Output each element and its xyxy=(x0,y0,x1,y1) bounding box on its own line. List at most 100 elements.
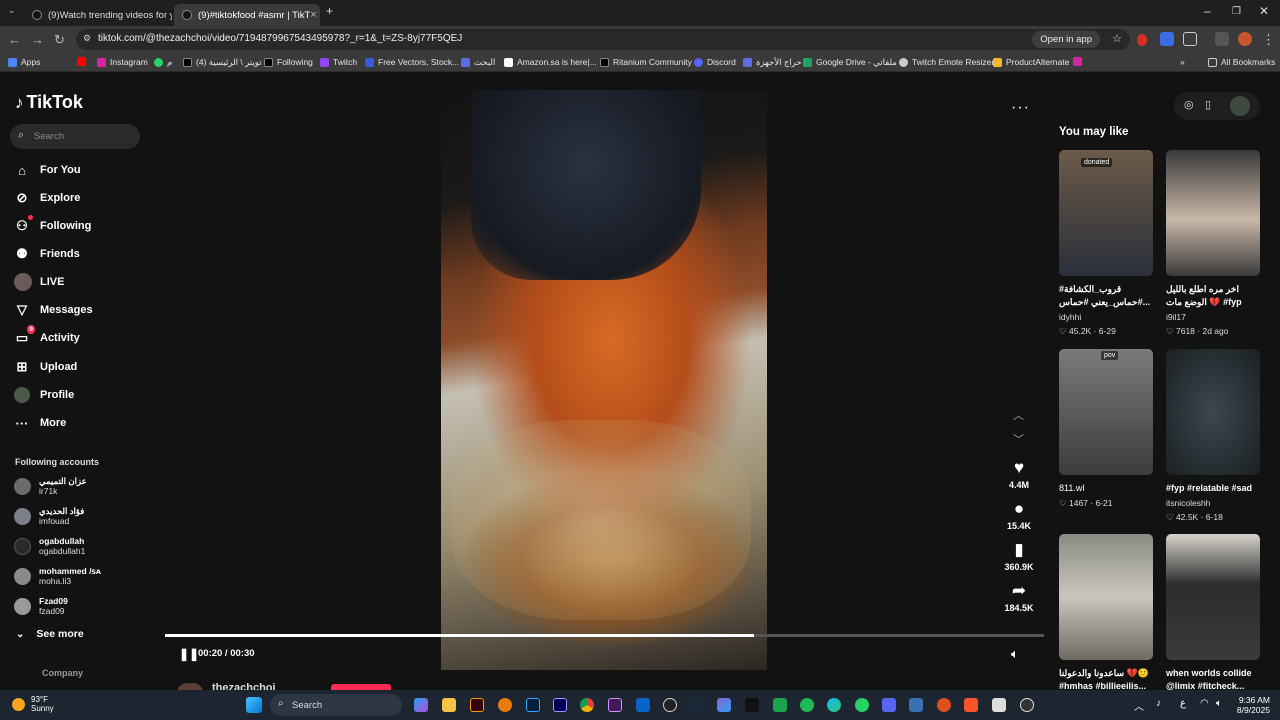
after-effects-icon[interactable] xyxy=(553,698,567,712)
maximize-icon[interactable]: ❐ xyxy=(1232,6,1241,17)
nav-profile[interactable]: Profile xyxy=(14,385,74,405)
video-thumbnail[interactable] xyxy=(1166,534,1260,660)
file-explorer-icon[interactable] xyxy=(442,698,456,712)
adobe-app-icon[interactable] xyxy=(608,698,622,712)
forward-icon[interactable]: → xyxy=(31,32,44,47)
illustrator-icon[interactable] xyxy=(470,698,484,712)
video-author[interactable]: itsnicoleshh xyxy=(1166,498,1260,508)
settings-icon[interactable] xyxy=(1020,698,1034,712)
nav-explore[interactable]: ⊘ Explore xyxy=(14,188,81,208)
video-thumbnail[interactable] xyxy=(1059,534,1153,660)
bookmark-search-ar[interactable]: البحث xyxy=(461,57,495,68)
following-account[interactable]: ogabdullah ogabdullah1 xyxy=(14,533,85,559)
media-control-icon[interactable] xyxy=(1215,32,1229,46)
browser-menu-icon[interactable]: ⋮ xyxy=(1262,32,1275,48)
bookmark-x-home[interactable]: تويتر \ الرئيسية (4) xyxy=(183,57,262,68)
app-icon[interactable] xyxy=(663,698,677,712)
back-icon[interactable]: ← xyxy=(8,32,21,47)
search-input[interactable]: ⌕ Search xyxy=(10,124,140,149)
bookmark-instagram-2[interactable] xyxy=(1073,57,1086,66)
bookmark-x-following[interactable]: Following xyxy=(264,57,313,67)
company-link[interactable]: Company xyxy=(42,668,83,678)
spotify-icon[interactable] xyxy=(800,698,814,712)
bookmark-amazon[interactable]: Amazon.sa is here|... xyxy=(504,57,597,67)
bookmark-twitch[interactable]: Twitch xyxy=(320,57,357,67)
video-thumbnail[interactable]: pov xyxy=(1059,349,1153,475)
weather-widget[interactable]: 93°F Sunny xyxy=(12,695,54,713)
nav-activity[interactable]: ▭ 9 Activity xyxy=(14,325,80,348)
recommended-video[interactable]: pov 811.wl ♡ 1467 · 6-21 xyxy=(1059,349,1153,509)
coins-icon[interactable]: ◎ xyxy=(1184,98,1194,111)
bookmark-twitch-emote[interactable]: Twitch Emote Resizer xyxy=(899,57,994,67)
outlook-icon[interactable] xyxy=(636,698,650,712)
bookmark-free-vectors[interactable]: Free Vectors, Stock... xyxy=(365,57,459,67)
bookmark-ritanium[interactable]: Ritanium Community xyxy=(600,57,692,67)
nav-following[interactable]: ⚇ Following xyxy=(14,215,91,236)
following-account[interactable]: عزان التميمي ir71k xyxy=(14,473,87,499)
profile-avatar-icon[interactable] xyxy=(1238,32,1252,46)
whatsapp-icon[interactable] xyxy=(855,698,869,712)
video-thumbnail[interactable] xyxy=(1166,349,1260,475)
discord-icon[interactable] xyxy=(882,698,896,712)
video-thumbnail[interactable]: donated xyxy=(1059,150,1153,276)
nav-friends[interactable]: ⚉ Friends xyxy=(14,244,80,264)
following-account[interactable]: Fzad09 fzad09 xyxy=(14,593,68,619)
tiktok-logo[interactable]: ♪ TikTok xyxy=(15,92,83,113)
bookmark-google-drive[interactable]: Google Drive - ملفاتي xyxy=(803,57,897,68)
next-video-icon[interactable]: ﹀ xyxy=(1013,431,1024,447)
video-frame[interactable] xyxy=(441,90,767,670)
video-author[interactable]: idyhhi xyxy=(1059,312,1153,322)
app-icon[interactable] xyxy=(773,698,787,712)
extension-blue-icon[interactable] xyxy=(1160,32,1174,46)
tray-overflow-icon[interactable]: ︿ xyxy=(1134,698,1144,713)
nav-for-you[interactable]: ⌂ For You xyxy=(14,160,80,180)
pause-icon[interactable]: ❚❚ xyxy=(179,647,199,661)
bookmark-instagram[interactable]: Instagram xyxy=(97,57,148,67)
edge-icon[interactable] xyxy=(827,698,841,712)
bookmark-apps[interactable]: Apps xyxy=(8,57,40,67)
nav-messages[interactable]: ▽ Messages xyxy=(14,300,93,320)
copilot-app-icon[interactable] xyxy=(717,698,731,712)
tab-trending[interactable]: (9)Watch trending videos for yo × xyxy=(24,4,172,26)
recommended-video[interactable]: donated قروب_الكشافة# #حماس_يعني #حماس..… xyxy=(1059,150,1153,337)
photoshop-icon[interactable] xyxy=(526,698,540,712)
tab-current-video[interactable]: (9)#tiktokfood #asmr | TikT × xyxy=(174,4,320,26)
nav-live[interactable]: LIVE xyxy=(14,272,64,292)
open-in-app-button[interactable]: Open in app xyxy=(1032,31,1100,48)
nav-upload[interactable]: ⊞ Upload xyxy=(14,357,78,377)
app-icon[interactable] xyxy=(992,698,1006,712)
user-avatar[interactable] xyxy=(1230,96,1250,116)
brave-icon[interactable] xyxy=(964,698,978,712)
bookmark-youtube[interactable] xyxy=(77,57,90,66)
bookmark-star-icon[interactable]: ☆ xyxy=(1112,32,1122,45)
bookmarks-overflow-icon[interactable]: » xyxy=(1180,57,1185,67)
wifi-icon[interactable]: ◠ xyxy=(1200,698,1209,709)
blender-icon[interactable] xyxy=(498,698,512,712)
close-tab-icon[interactable]: × xyxy=(310,9,316,21)
recommended-video[interactable]: when worlds collide @limix #fitcheck... xyxy=(1166,534,1260,693)
recommended-video[interactable]: اخر مره اطلع بالليل الوضع مات 💔 #fyp #fo… xyxy=(1166,150,1260,337)
all-bookmarks-folder[interactable]: All Bookmarks xyxy=(1208,57,1275,67)
comment-button[interactable]: ● 15.4K xyxy=(998,500,1040,532)
steam-icon[interactable] xyxy=(690,698,704,712)
language-indicator[interactable]: ع xyxy=(1180,698,1186,709)
nav-more[interactable]: ··· More xyxy=(14,413,67,433)
site-info-icon[interactable]: ⚙ xyxy=(83,33,91,44)
recommended-video[interactable]: ساعدونا والدعولنا 💔🙂 #hmhas #billieeilis… xyxy=(1059,534,1153,693)
video-thumbnail[interactable] xyxy=(1166,150,1260,276)
app-icon[interactable] xyxy=(909,698,923,712)
copilot-icon[interactable] xyxy=(414,698,428,712)
video-author[interactable]: i9il17 xyxy=(1166,312,1260,322)
chrome-icon[interactable] xyxy=(580,698,594,712)
share-button[interactable]: ➦ 184.5K xyxy=(998,582,1040,614)
reload-icon[interactable]: ↻ xyxy=(54,32,65,48)
bookmark-haraj[interactable]: حراج الأجهزة xyxy=(743,57,802,68)
url-bar[interactable]: ⚙ tiktok.com/@thezachchoi/video/71948799… xyxy=(76,29,1130,50)
minimize-icon[interactable]: – xyxy=(1204,4,1211,18)
following-account[interactable]: فؤاد الحديدي imfouad xyxy=(14,503,84,529)
app-icon[interactable] xyxy=(745,698,759,712)
windows-start-icon[interactable] xyxy=(246,697,262,713)
extension-red-icon[interactable] xyxy=(1137,34,1147,46)
close-window-icon[interactable]: ✕ xyxy=(1259,4,1269,18)
phone-icon[interactable]: ▯ xyxy=(1205,98,1211,111)
